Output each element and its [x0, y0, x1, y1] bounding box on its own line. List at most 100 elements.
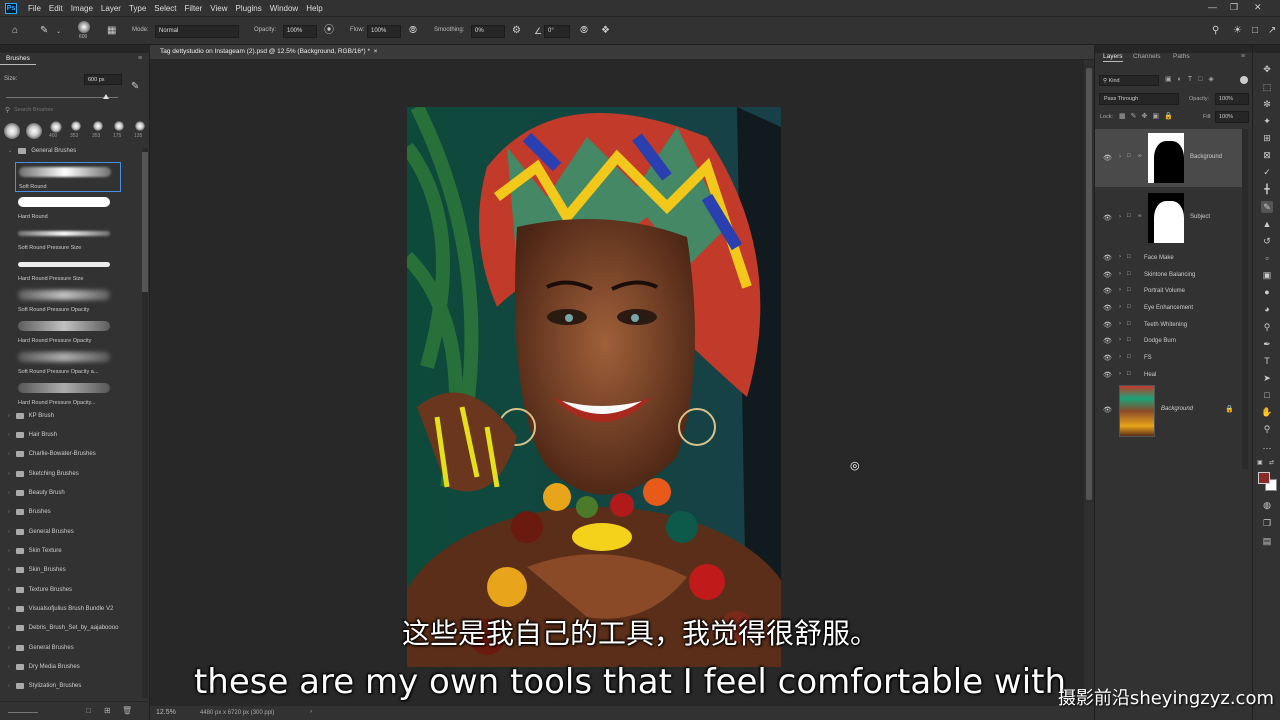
zoom-level[interactable]: 12.5% [156, 709, 176, 716]
menu-file[interactable]: File [24, 4, 45, 13]
chevron-right-icon[interactable]: › [1119, 214, 1121, 220]
chevron-right-icon[interactable]: › [1119, 371, 1121, 377]
canvas-vertical-scrollbar[interactable] [1084, 60, 1094, 706]
eye-icon[interactable]: 👁 [1103, 354, 1112, 362]
document-info[interactable]: 4480 px x 6720 px (300 ppi) [200, 710, 274, 716]
layer-group-row[interactable]: 👁 › □ Teeth Whitening [1095, 317, 1242, 333]
hand-tool-icon[interactable]: ✋ [1261, 406, 1273, 418]
menu-select[interactable]: Select [150, 4, 180, 13]
quick-selection-tool-icon[interactable]: ✦ [1261, 115, 1273, 127]
layer-name[interactable]: FS [1144, 355, 1152, 361]
brush-preset-soft-round[interactable]: Soft Round [15, 162, 121, 192]
eye-icon[interactable]: 👁 [1103, 214, 1112, 222]
brush-folder[interactable]: › Skin_Brushes [8, 567, 138, 573]
airbrush-icon[interactable]: ⦾ [409, 26, 417, 36]
eye-icon[interactable]: 👁 [1103, 304, 1112, 312]
layer-group-row[interactable]: 👁 › □ Dodge Burn [1095, 333, 1242, 349]
menu-type[interactable]: Type [125, 4, 150, 13]
brush-preview-icon[interactable] [78, 21, 90, 33]
menu-image[interactable]: Image [67, 4, 97, 13]
lasso-tool-icon[interactable]: ✼ [1261, 98, 1273, 110]
chevron-right-icon[interactable]: › [1119, 354, 1121, 360]
preview-slider[interactable] [8, 712, 38, 713]
brush-preset-hard-round-pressure-opacity[interactable]: Hard Round Pressure Opacity [15, 317, 121, 347]
layer-name[interactable]: Eye Enhancement [1144, 305, 1193, 311]
symmetry-icon[interactable]: ❖ [601, 26, 610, 36]
layer-row-background-masked[interactable]: 👁 › □ ∞ Background [1095, 129, 1242, 187]
search-icon[interactable]: ⚲ [1261, 321, 1273, 333]
foreground-color-swatch[interactable] [1258, 472, 1270, 484]
eye-icon[interactable]: 👁 [1103, 154, 1112, 162]
portrait-photo[interactable] [407, 107, 781, 667]
document-tab[interactable]: Tag dettystudio on Instageam (2).psd @ 1… [160, 48, 377, 55]
brush-tool-icon[interactable]: ✎ [1261, 201, 1273, 213]
canvas-area[interactable]: ◎ [150, 60, 1084, 706]
layer-name[interactable]: Subject [1190, 214, 1210, 220]
brush-preset-hard-round[interactable]: Hard Round [15, 193, 121, 223]
layer-name[interactable]: Portrait Volume [1144, 288, 1185, 294]
pressure-size-icon[interactable]: ⦾ [580, 26, 588, 36]
tab-paths[interactable]: Paths [1173, 53, 1190, 60]
menu-plugins[interactable]: Plugins [232, 4, 266, 13]
layer-row-subject[interactable]: 👁 › □ ∞ Subject [1095, 189, 1242, 247]
layer-name[interactable]: Background [1190, 154, 1222, 160]
brush-tip-7[interactable] [135, 121, 145, 131]
close-icon[interactable]: × [374, 48, 378, 55]
brush-folder[interactable]: › Skin Texture [8, 548, 138, 554]
layer-name[interactable]: Background [1161, 406, 1193, 412]
frame-tool-icon[interactable]: ⊠ [1261, 149, 1273, 161]
size-slider-track[interactable] [6, 97, 118, 98]
menu-edit[interactable]: Edit [45, 4, 67, 13]
healing-brush-tool-icon[interactable]: ╋ [1261, 183, 1273, 195]
panel-menu-icon[interactable]: ≡ [1241, 53, 1245, 60]
path-selection-tool-icon[interactable]: ➤ [1261, 372, 1273, 384]
light-bulb-icon[interactable]: ☀ [1233, 26, 1242, 36]
layer-mask-thumbnail[interactable] [1148, 193, 1184, 243]
layer-filter-select[interactable]: ⚲ Kind [1099, 75, 1159, 86]
minimize-icon[interactable]: — [1208, 2, 1217, 12]
brush-tip-3[interactable] [50, 121, 62, 133]
tab-layers[interactable]: Layers [1103, 53, 1123, 62]
filter-toggle-icon[interactable] [1240, 76, 1248, 84]
blur-tool-icon[interactable]: ● [1261, 286, 1273, 298]
eyedropper-tool-icon[interactable]: ✓ [1261, 166, 1273, 178]
gear-icon[interactable]: ⚙ [512, 26, 521, 36]
zoom-tool-icon[interactable]: ⚲ [1261, 423, 1273, 435]
menu-window[interactable]: Window [266, 4, 302, 13]
layer-group-row[interactable]: 👁 › □ Skintone Balancing [1095, 267, 1242, 283]
layers-scrollbar[interactable] [1242, 129, 1248, 469]
layer-group-row[interactable]: 👁 › □ Eye Enhancement [1095, 300, 1242, 316]
blend-mode-select[interactable]: Pass Through [1099, 93, 1179, 105]
menu-help[interactable]: Help [302, 4, 326, 13]
move-tool-icon[interactable]: ✥ [1261, 63, 1273, 75]
layer-name[interactable]: Teeth Whitening [1144, 322, 1187, 328]
menu-layer[interactable]: Layer [97, 4, 125, 13]
eye-icon[interactable]: 👁 [1103, 287, 1112, 295]
crop-tool-icon[interactable]: ⊞ [1261, 132, 1273, 144]
eye-icon[interactable]: 👁 [1103, 371, 1112, 379]
brush-preset-soft-round-pressure-opacity[interactable]: Soft Round Pressure Opacity [15, 286, 121, 316]
pen-tool-icon[interactable]: ✒ [1261, 338, 1273, 350]
layer-name[interactable]: Face Make [1144, 255, 1174, 261]
brushes-tab[interactable]: Brushes [0, 53, 36, 65]
search-icon[interactable]: ⚲ [1212, 26, 1219, 36]
brush-preset-soft-round-pressure-opacity-a[interactable]: Soft Round Pressure Opacity a... [15, 348, 121, 378]
layer-group-row[interactable]: 👁 › □ Portrait Volume [1095, 283, 1242, 299]
eye-icon[interactable]: 👁 [1103, 337, 1112, 345]
rectangle-tool-icon[interactable]: □ [1261, 389, 1273, 401]
size-slider-handle[interactable] [103, 94, 109, 99]
home-icon[interactable]: ⌂ [12, 26, 18, 36]
brush-tip-4[interactable] [71, 121, 81, 131]
layer-mask-thumbnail[interactable] [1148, 133, 1184, 183]
history-brush-tool-icon[interactable]: ↺ [1261, 235, 1273, 247]
menu-filter[interactable]: Filter [181, 4, 207, 13]
layer-name[interactable]: Skintone Balancing [1144, 272, 1195, 278]
layer-row-background[interactable]: 👁 Background 🔒 [1095, 383, 1242, 439]
brush-group-general[interactable]: ⌄ General Brushes [8, 148, 138, 154]
canvas-scrollbar-thumb[interactable] [1086, 68, 1092, 500]
chevron-right-icon[interactable]: › [1119, 337, 1121, 343]
layer-name[interactable]: Heal [1144, 372, 1156, 378]
lock-icons[interactable]: ▦✎✥▣🔒 [1119, 112, 1178, 120]
brush-folder[interactable]: › KP Brush [8, 413, 138, 419]
brush-folder[interactable]: › Sketching Brushes [8, 471, 138, 477]
